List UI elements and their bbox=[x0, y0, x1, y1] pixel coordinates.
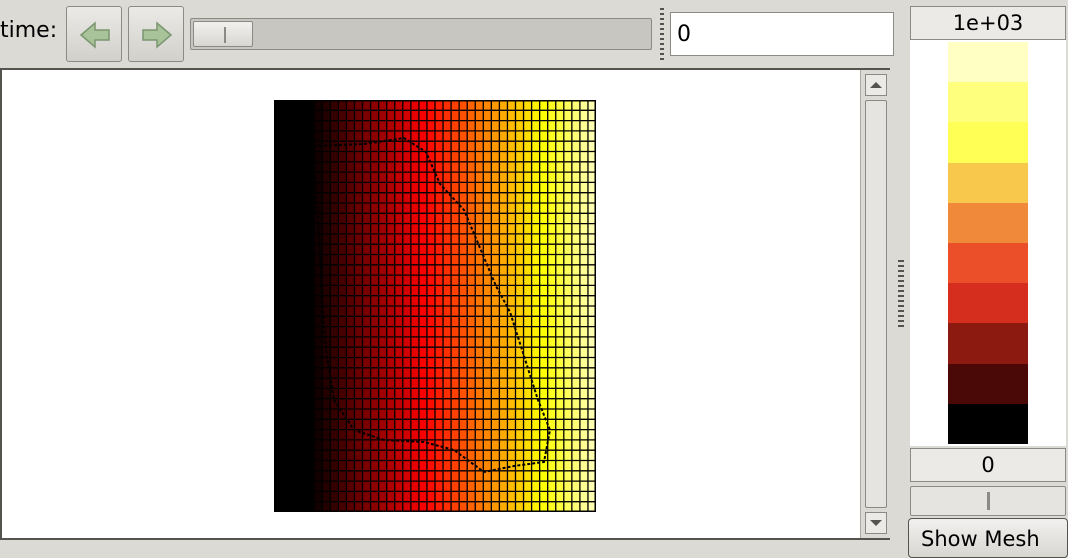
colorbar-swatch bbox=[948, 283, 1028, 324]
colorbar-swatch bbox=[948, 122, 1028, 163]
scrollbar-thumb[interactable] bbox=[865, 100, 887, 508]
pane-resize-handle[interactable] bbox=[898, 260, 904, 328]
time-label: time: bbox=[0, 18, 58, 43]
scroll-up-icon bbox=[870, 82, 882, 88]
time-value-input[interactable] bbox=[670, 12, 894, 56]
next-time-button[interactable] bbox=[128, 6, 184, 62]
colorbar-min-label: 0 bbox=[910, 448, 1066, 482]
colorbar-swatch bbox=[948, 202, 1028, 243]
show-mesh-button[interactable]: Show Mesh bbox=[908, 518, 1068, 558]
time-slider[interactable] bbox=[190, 18, 652, 50]
right-arrow-icon bbox=[142, 21, 173, 49]
colorbar-swatch bbox=[948, 323, 1028, 364]
colorbar-swatch bbox=[948, 242, 1028, 284]
scroll-down-icon bbox=[870, 520, 882, 526]
vertical-scrollbar[interactable] bbox=[860, 70, 891, 538]
toolbar: time: bbox=[0, 0, 902, 68]
toolbar-grip-handle[interactable] bbox=[660, 8, 664, 60]
colorbar-max-label: 1e+03 bbox=[910, 6, 1066, 40]
plot-canvas[interactable] bbox=[2, 70, 860, 538]
colorbar-slider[interactable] bbox=[910, 486, 1066, 516]
mesh-plot bbox=[274, 100, 596, 512]
colorbar-panel bbox=[910, 40, 1066, 446]
colorbar-swatch bbox=[948, 162, 1028, 203]
left-arrow-icon bbox=[79, 21, 110, 49]
colorbar-swatch bbox=[948, 403, 1028, 444]
colorbar-swatch bbox=[948, 363, 1028, 404]
colorbar-swatch bbox=[948, 42, 1028, 83]
time-slider-thumb[interactable] bbox=[193, 21, 253, 47]
colorbar bbox=[948, 42, 1028, 444]
colorbar-swatch bbox=[948, 82, 1028, 123]
plot-view bbox=[0, 68, 891, 540]
previous-time-button[interactable] bbox=[66, 6, 122, 62]
scroll-down-button[interactable] bbox=[865, 512, 887, 534]
scroll-up-button[interactable] bbox=[865, 74, 887, 96]
